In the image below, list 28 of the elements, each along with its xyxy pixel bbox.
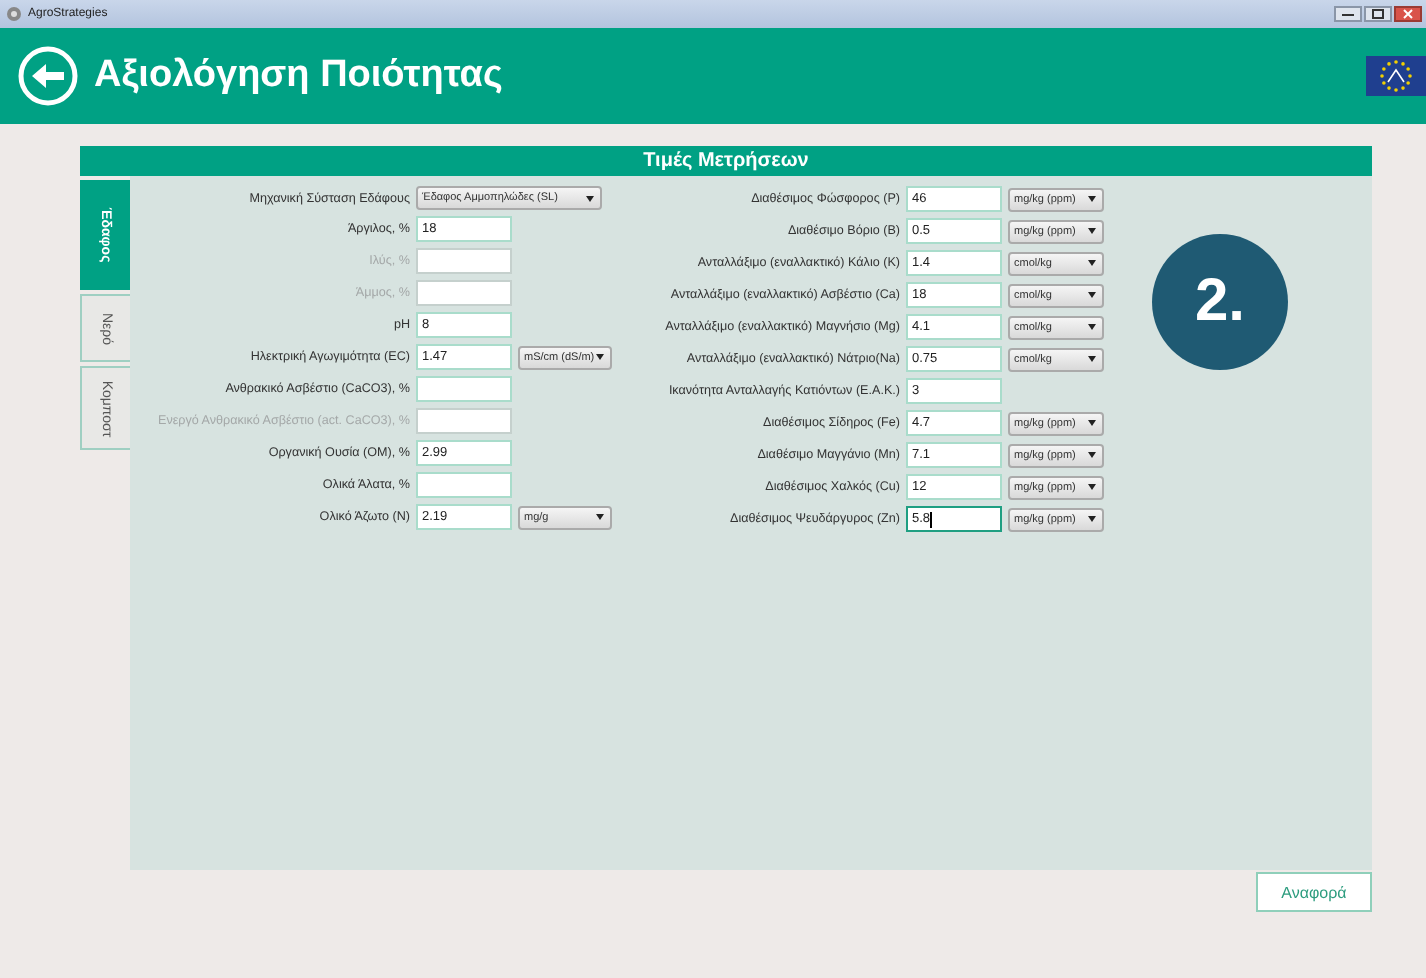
report-button[interactable]: Αναφορά: [1256, 872, 1372, 912]
close-icon[interactable]: [1394, 6, 1422, 22]
caret-icon: [1088, 516, 1096, 522]
caret-icon: [1088, 420, 1096, 426]
caret-icon: [1088, 292, 1096, 298]
caret-icon: [596, 354, 604, 360]
caret-icon: [586, 195, 594, 201]
app-icon: [6, 6, 22, 22]
caret-icon: [1088, 228, 1096, 234]
input-field[interactable]: [416, 376, 512, 402]
caret-icon: [1088, 452, 1096, 458]
caret-icon: [1088, 356, 1096, 362]
maximize-icon[interactable]: [1364, 6, 1392, 22]
caret-icon: [1088, 484, 1096, 490]
step-badge: 2.: [1152, 234, 1288, 370]
input-field[interactable]: [416, 472, 512, 498]
caret-icon: [1088, 260, 1096, 266]
caret-icon: [596, 514, 604, 520]
panel-title: Τιμές Μετρήσεων: [80, 146, 1372, 176]
input-field[interactable]: [416, 248, 512, 274]
flag-icon: [1366, 56, 1426, 96]
caret-icon: [1088, 196, 1096, 202]
input-field[interactable]: [416, 280, 512, 306]
page-title: Αξιολόγηση Ποιότητας: [94, 54, 503, 98]
caret-icon: [1088, 324, 1096, 330]
minimize-icon[interactable]: [1334, 6, 1362, 22]
back-icon[interactable]: [18, 46, 78, 106]
input-field[interactable]: [416, 408, 512, 434]
